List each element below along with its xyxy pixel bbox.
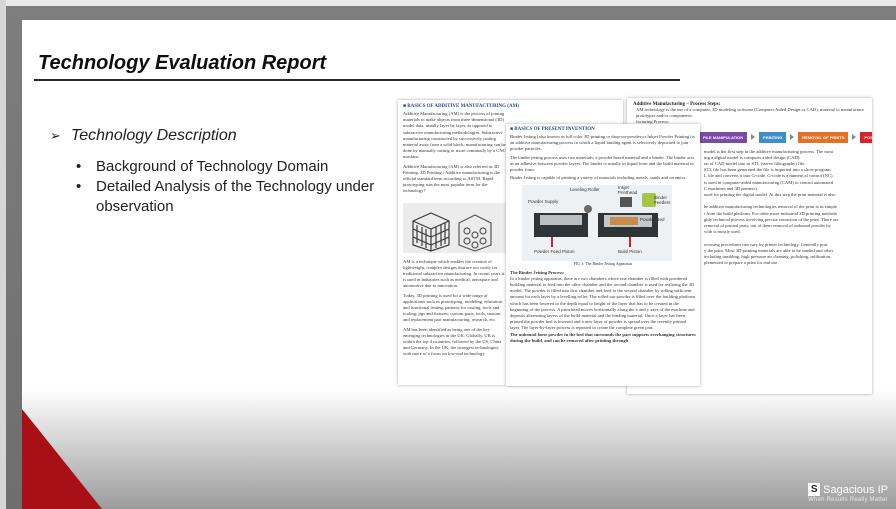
doc-heading: ■ BASICS OF PRESENT INVENTION: [510, 127, 595, 132]
slide-title: Technology Evaluation Report: [38, 52, 327, 74]
lattice-cubes-image: [403, 202, 507, 253]
sub-bullet-item: • Background of Technology Domain: [74, 157, 394, 177]
diagram-label: Powder Feed Piston: [534, 249, 575, 255]
doc-paragraph: AM technology is the use of a computer, …: [636, 107, 864, 119]
left-bar: [0, 0, 6, 509]
flow-arrow-icon: [790, 134, 795, 141]
doc-paragraph: Binder Jetting is capable of printing a …: [510, 175, 687, 181]
flow-arrow-icon: [751, 134, 756, 141]
doc-paragraph: Today, 3D printing is used for a wide ra…: [403, 292, 503, 323]
flow-step: FILE MANIPULATION: [699, 131, 748, 143]
diagram-label: Build Piston: [618, 249, 642, 255]
flow-step: POST PROCESSING: [860, 131, 872, 143]
slide: Technology Evaluation Report ➢ Technology…: [22, 20, 896, 509]
doc-line: plemented to prepare a print for end use…: [704, 260, 779, 266]
logo-mark-icon: S: [808, 483, 821, 496]
doc-paragraph: Additive Manufacturing (AM) is the proce…: [403, 111, 506, 160]
flow-step: REMOVAL OF PRINTS: [798, 131, 849, 143]
doc-paragraph: The unbound loose powder in the bed that…: [510, 331, 696, 343]
binder-jetting-diagram: Leveling Roller Inkjet Printhead Powder …: [522, 185, 672, 262]
bullet-main-label: Technology Description: [70, 127, 237, 144]
diagram-label: Powder Supply: [528, 199, 559, 205]
doc-paragraph: In a binder jetting apparatus, there are…: [510, 275, 695, 331]
company-logo: S Sagacious IP When Results Really Matte…: [808, 483, 888, 503]
red-corner-accent: [22, 409, 102, 509]
doc-paragraph: Additive Manufacturing (AM) is also refe…: [403, 163, 500, 194]
document-binder-jetting: ■ BASICS OF PRESENT INVENTION Binder Jet…: [506, 124, 700, 386]
doc-paragraph: AM has been identified as being one of t…: [403, 326, 502, 357]
doc-paragraph: Binder Jetting (also known as full color…: [510, 134, 695, 152]
sub-bullet-item: • Detailed Analysis of the Technology und…: [74, 177, 394, 217]
doc-heading-text: BASICS OF PRESENT INVENTION: [514, 127, 595, 132]
doc-heading: ■ BASICS OF ADDITIVE MANUFACTURING (AM): [403, 104, 519, 109]
flow-step: PRINTING: [759, 131, 787, 143]
doc-paragraph: AM is a technique which enables the crea…: [403, 258, 505, 289]
diagram-label: Binder Feeders: [654, 195, 671, 206]
sub-bullet-label: Detailed Analysis of the Technology unde…: [96, 178, 375, 215]
slide-bottom-shade: [22, 389, 896, 509]
sub-bullet-list: • Background of Technology Domain • Detail…: [74, 157, 394, 217]
lattice-image: [403, 202, 507, 253]
doc-paragraph: The binder jetting process uses two mate…: [510, 154, 695, 173]
sub-bullet-label: Background of Technology Domain: [96, 158, 329, 175]
dot-bullet-icon: •: [76, 178, 82, 195]
doc-heading-text: BASICS OF ADDITIVE MANUFACTURING (AM): [407, 104, 519, 109]
logo-tagline: When Results Really Matter: [808, 497, 888, 503]
figure-caption: FIG 1: The Binder Jetting Apparatus: [573, 261, 633, 267]
logo-row: S Sagacious IP: [808, 483, 888, 496]
diagram-label: Powder Bed: [640, 217, 665, 223]
top-bar: [0, 0, 896, 6]
flow-arrow-icon: [852, 134, 857, 141]
logo-name: Sagacious IP: [823, 483, 888, 496]
diagram-label: Leveling Roller: [570, 187, 600, 193]
bullet-technology-description: ➢ Technology Description: [50, 127, 237, 145]
arrow-bullet-icon: ➢: [50, 128, 61, 143]
title-underline: [34, 79, 680, 81]
diagram-label: Inkjet Printhead: [618, 185, 638, 196]
dot-bullet-icon: •: [76, 158, 82, 175]
